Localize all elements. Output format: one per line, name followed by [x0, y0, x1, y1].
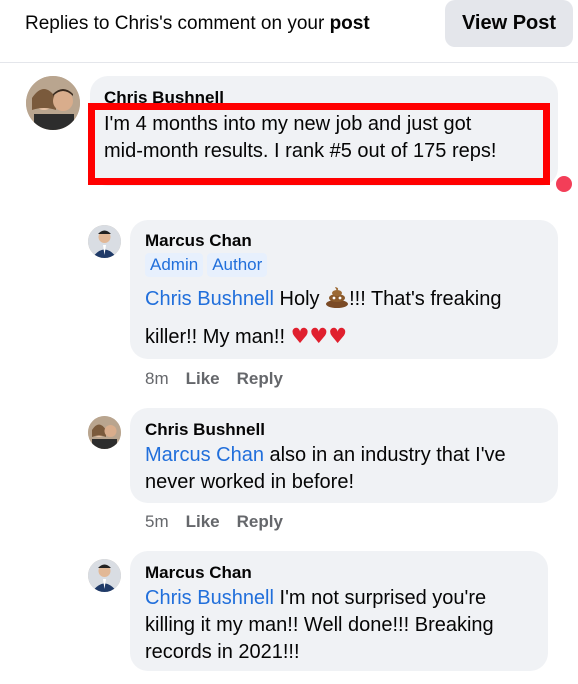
reply-text: !!! That's freaking: [349, 288, 502, 310]
reply-text: also in an industry that I've: [263, 444, 506, 466]
view-post-button[interactable]: View Post: [445, 0, 573, 47]
mention-link[interactable]: Chris Bushnell: [145, 288, 274, 310]
reply-text: I'm not surprised you're: [273, 587, 487, 609]
avatar-photo-icon: [88, 416, 121, 449]
mention-link[interactable]: Marcus Chan: [145, 444, 264, 466]
poop-emoji-icon: [326, 287, 349, 308]
avatar-photo-icon: [88, 225, 121, 258]
avatar-chris[interactable]: [88, 416, 121, 449]
reply-text-line-3: records in 2021!!!: [145, 641, 300, 663]
author-badge: Author: [207, 253, 268, 277]
reply-text-line-1: Marcus Chan also in an industry that I'v…: [145, 442, 506, 469]
avatar-chris[interactable]: [26, 76, 80, 130]
reply-text: Holy: [273, 288, 326, 310]
reply-time: 8m: [145, 369, 169, 388]
header-bar: Replies to Chris's comment on your post …: [0, 0, 578, 63]
avatar-photo-icon: [88, 559, 121, 592]
reply-bubble-chris: Chris Bushnell Marcus Chan also in an in…: [130, 408, 558, 503]
admin-badge: Admin: [145, 253, 204, 277]
reply-text-line-2: never worked in before!: [145, 471, 355, 493]
reply-button[interactable]: Reply: [237, 512, 283, 531]
reply-text-line-1: Chris Bushnell I'm not surprised you're: [145, 585, 486, 612]
reply-bubble-marcus-1: Marcus Chan Admin Author Chris Bushnell H…: [130, 220, 558, 359]
reply-text-line-1: Chris Bushnell Holy !!! That's freaking: [145, 286, 502, 313]
reply-button[interactable]: Reply: [237, 369, 283, 388]
avatar-photo-icon: [26, 76, 80, 130]
reaction-icon: [556, 176, 572, 192]
header-title: Replies to Chris's comment on your post: [25, 13, 370, 35]
reply-time: 5m: [145, 512, 169, 531]
reply-author[interactable]: Chris Bushnell: [145, 420, 265, 440]
reply-bubble-marcus-2: Marcus Chan Chris Bushnell I'm not surpr…: [130, 551, 548, 671]
reply-text-line-2: killer!! My man!! ♥♥♥: [145, 323, 347, 351]
reply-actions: 5m Like Reply: [145, 512, 300, 532]
reply-actions: 8m Like Reply: [145, 369, 300, 389]
avatar-marcus[interactable]: [88, 559, 121, 592]
header-title-post: post: [329, 13, 370, 34]
header-title-text: Replies to Chris's comment on your: [25, 13, 330, 34]
mention-link[interactable]: Chris Bushnell: [145, 587, 274, 609]
like-button[interactable]: Like: [186, 512, 220, 531]
reply-author[interactable]: Marcus Chan: [145, 231, 252, 251]
like-button[interactable]: Like: [186, 369, 220, 388]
author-badges: Admin Author: [145, 253, 271, 277]
hearts-emoji-icon: ♥♥♥: [290, 324, 348, 348]
reply-text-line-2: killing it my man!! Well done!!! Breakin…: [145, 614, 494, 636]
avatar-marcus[interactable]: [88, 225, 121, 258]
reply-author[interactable]: Marcus Chan: [145, 563, 252, 583]
red-highlight-box: [88, 103, 550, 185]
reply-text: killer!! My man!!: [145, 326, 291, 348]
